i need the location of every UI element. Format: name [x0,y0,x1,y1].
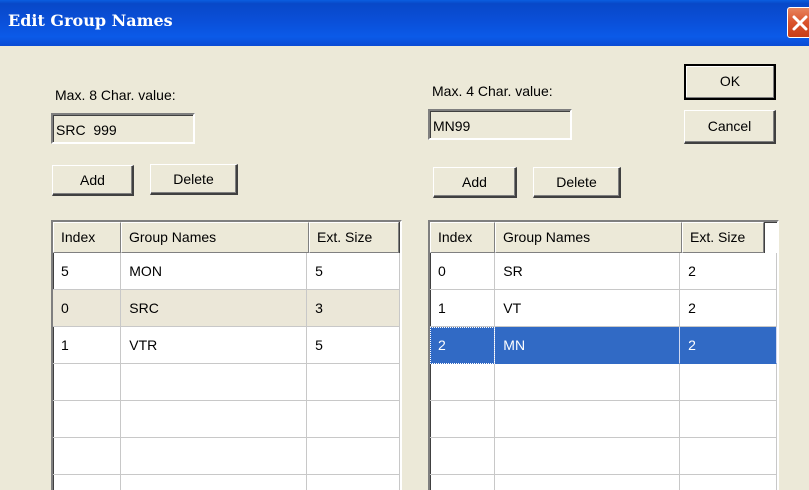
table-row[interactable]: 1 VTR 5 [53,327,400,364]
table-row[interactable]: 0 SRC 3 [53,290,400,327]
right-delete-button[interactable]: Delete [533,167,621,198]
index-cell [430,475,496,490]
empty-row [430,364,777,401]
group-name-cell [121,438,308,475]
group-name-cell [121,475,308,490]
table-row[interactable]: 0 SR 2 [430,253,777,290]
right-list-body: 0 SR 2 1 VT 2 2 MN 2 [430,253,777,490]
group-name-cell [495,438,681,475]
right-col-index[interactable]: Index [430,222,495,253]
ext-size-cell: 3 [307,290,400,327]
group-name-cell: SR [495,253,681,290]
left-list-body: 5 MON 5 0 SRC 3 1 VTR 5 [53,253,400,490]
left-group-name-input-value: SRC 999 [56,122,117,138]
group-name-cell: VT [495,290,681,327]
right-add-button[interactable]: Add [433,167,517,198]
ext-size-cell: 5 [307,253,400,290]
index-cell: 0 [53,290,122,327]
empty-row [53,364,400,401]
empty-row [53,401,400,438]
close-button[interactable] [787,7,809,38]
right-col-ext-size[interactable]: Ext. Size [682,222,764,253]
table-row[interactable]: 2 MN 2 [430,327,777,364]
left-list-header: Index Group Names Ext. Size [53,222,399,253]
table-row[interactable]: 5 MON 5 [53,253,400,290]
group-name-cell [495,401,681,438]
group-name-cell [495,475,681,490]
right-max-char-label: Max. 4 Char. value: [432,83,553,99]
group-name-cell: SRC [121,290,308,327]
close-icon [792,15,808,31]
ok-button[interactable]: OK [684,64,776,100]
group-name-cell [121,364,308,401]
dialog-title: Edit Group Names [8,11,173,30]
right-col-group-names[interactable]: Group Names [495,222,682,253]
group-name-cell: MN [495,327,681,364]
ext-size-cell: 2 [680,327,777,364]
group-name-cell: VTR [121,327,308,364]
index-cell: 1 [53,327,122,364]
ext-size-cell: 2 [680,290,777,327]
ext-size-cell [307,364,400,401]
index-cell: 0 [430,253,496,290]
empty-row [430,475,777,490]
title-bar[interactable]: Edit Group Names [0,0,809,46]
left-col-group-names[interactable]: Group Names [121,222,309,253]
group-name-cell [495,364,681,401]
ext-size-cell: 2 [680,253,777,290]
ext-size-cell [680,401,777,438]
table-row[interactable]: 1 VT 2 [430,290,777,327]
right-group-list[interactable]: Index Group Names Ext. Size 0 SR 2 1 VT 2 2 MN 2 [428,220,779,490]
index-cell [53,438,122,475]
ext-size-cell [680,438,777,475]
left-group-list[interactable]: Index Group Names Ext. Size 5 MON 5 0 SRC 3 1 V… [51,220,402,490]
index-cell [53,401,122,438]
index-cell: 1 [430,290,496,327]
ext-size-cell [307,401,400,438]
right-group-name-input[interactable]: MN99 [428,109,572,140]
index-cell [430,401,496,438]
ext-size-cell: 5 [307,327,400,364]
edit-group-names-dialog: Edit Group Names Max. 8 Char. value: SRC… [0,0,809,490]
ext-size-cell [307,438,400,475]
index-cell: 2 [430,327,496,364]
left-max-char-label: Max. 8 Char. value: [55,87,176,103]
group-name-cell: MON [121,253,308,290]
left-add-button[interactable]: Add [52,165,134,196]
empty-row [53,475,400,490]
left-delete-button[interactable]: Delete [150,164,238,195]
ext-size-cell [307,475,400,490]
right-group-name-input-value: MN99 [433,118,471,134]
group-name-cell [121,401,308,438]
index-cell [53,364,122,401]
empty-row [430,401,777,438]
left-col-ext-size[interactable]: Ext. Size [309,222,399,253]
index-cell [430,438,496,475]
index-cell [53,475,122,490]
empty-row [53,438,400,475]
left-group-name-input[interactable]: SRC 999 [51,113,195,144]
index-cell [430,364,496,401]
right-list-header: Index Group Names Ext. Size [430,222,764,253]
cancel-button[interactable]: Cancel [684,110,776,144]
index-cell: 5 [53,253,122,290]
empty-row [430,438,777,475]
ext-size-cell [680,364,777,401]
ext-size-cell [680,475,777,490]
left-col-index[interactable]: Index [53,222,121,253]
